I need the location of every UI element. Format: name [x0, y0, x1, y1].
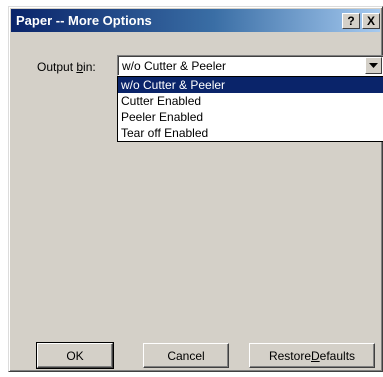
close-button[interactable]: X [362, 12, 380, 29]
dropdown-option-peeler-enabled[interactable]: Peeler Enabled [118, 109, 383, 125]
title-bar[interactable]: Paper -- More Options ? X [11, 9, 380, 32]
restore-defaults-accesskey: D [311, 348, 320, 363]
dropdown-arrow-button[interactable] [365, 57, 382, 74]
output-bin-label-suffix: in: [83, 60, 96, 74]
dropdown-option-tear-off-enabled[interactable]: Tear off Enabled [118, 125, 383, 141]
help-button[interactable]: ? [342, 12, 360, 29]
paper-more-options-dialog: Paper -- More Options ? X Output bin: w/… [8, 6, 383, 372]
ok-button[interactable]: OK [36, 342, 114, 369]
output-bin-value: w/o Cutter & Peeler [122, 58, 227, 73]
output-bin-combobox[interactable]: w/o Cutter & Peeler [117, 55, 383, 76]
cancel-button[interactable]: Cancel [143, 343, 229, 368]
restore-defaults-prefix: Restore [268, 348, 311, 363]
dropdown-option-wo-cutter-peeler[interactable]: w/o Cutter & Peeler [118, 77, 383, 93]
output-bin-label: Output bin: [37, 60, 96, 74]
chevron-down-icon [369, 63, 378, 68]
output-bin-label-prefix: Output [37, 60, 77, 74]
restore-defaults-button[interactable]: Restore Defaults [249, 343, 375, 368]
restore-defaults-suffix: efaults [319, 348, 356, 363]
dropdown-option-cutter-enabled[interactable]: Cutter Enabled [118, 93, 383, 109]
output-bin-dropdown-list: w/o Cutter & Peeler Cutter Enabled Peele… [117, 76, 383, 142]
window-title: Paper -- More Options [16, 13, 152, 28]
